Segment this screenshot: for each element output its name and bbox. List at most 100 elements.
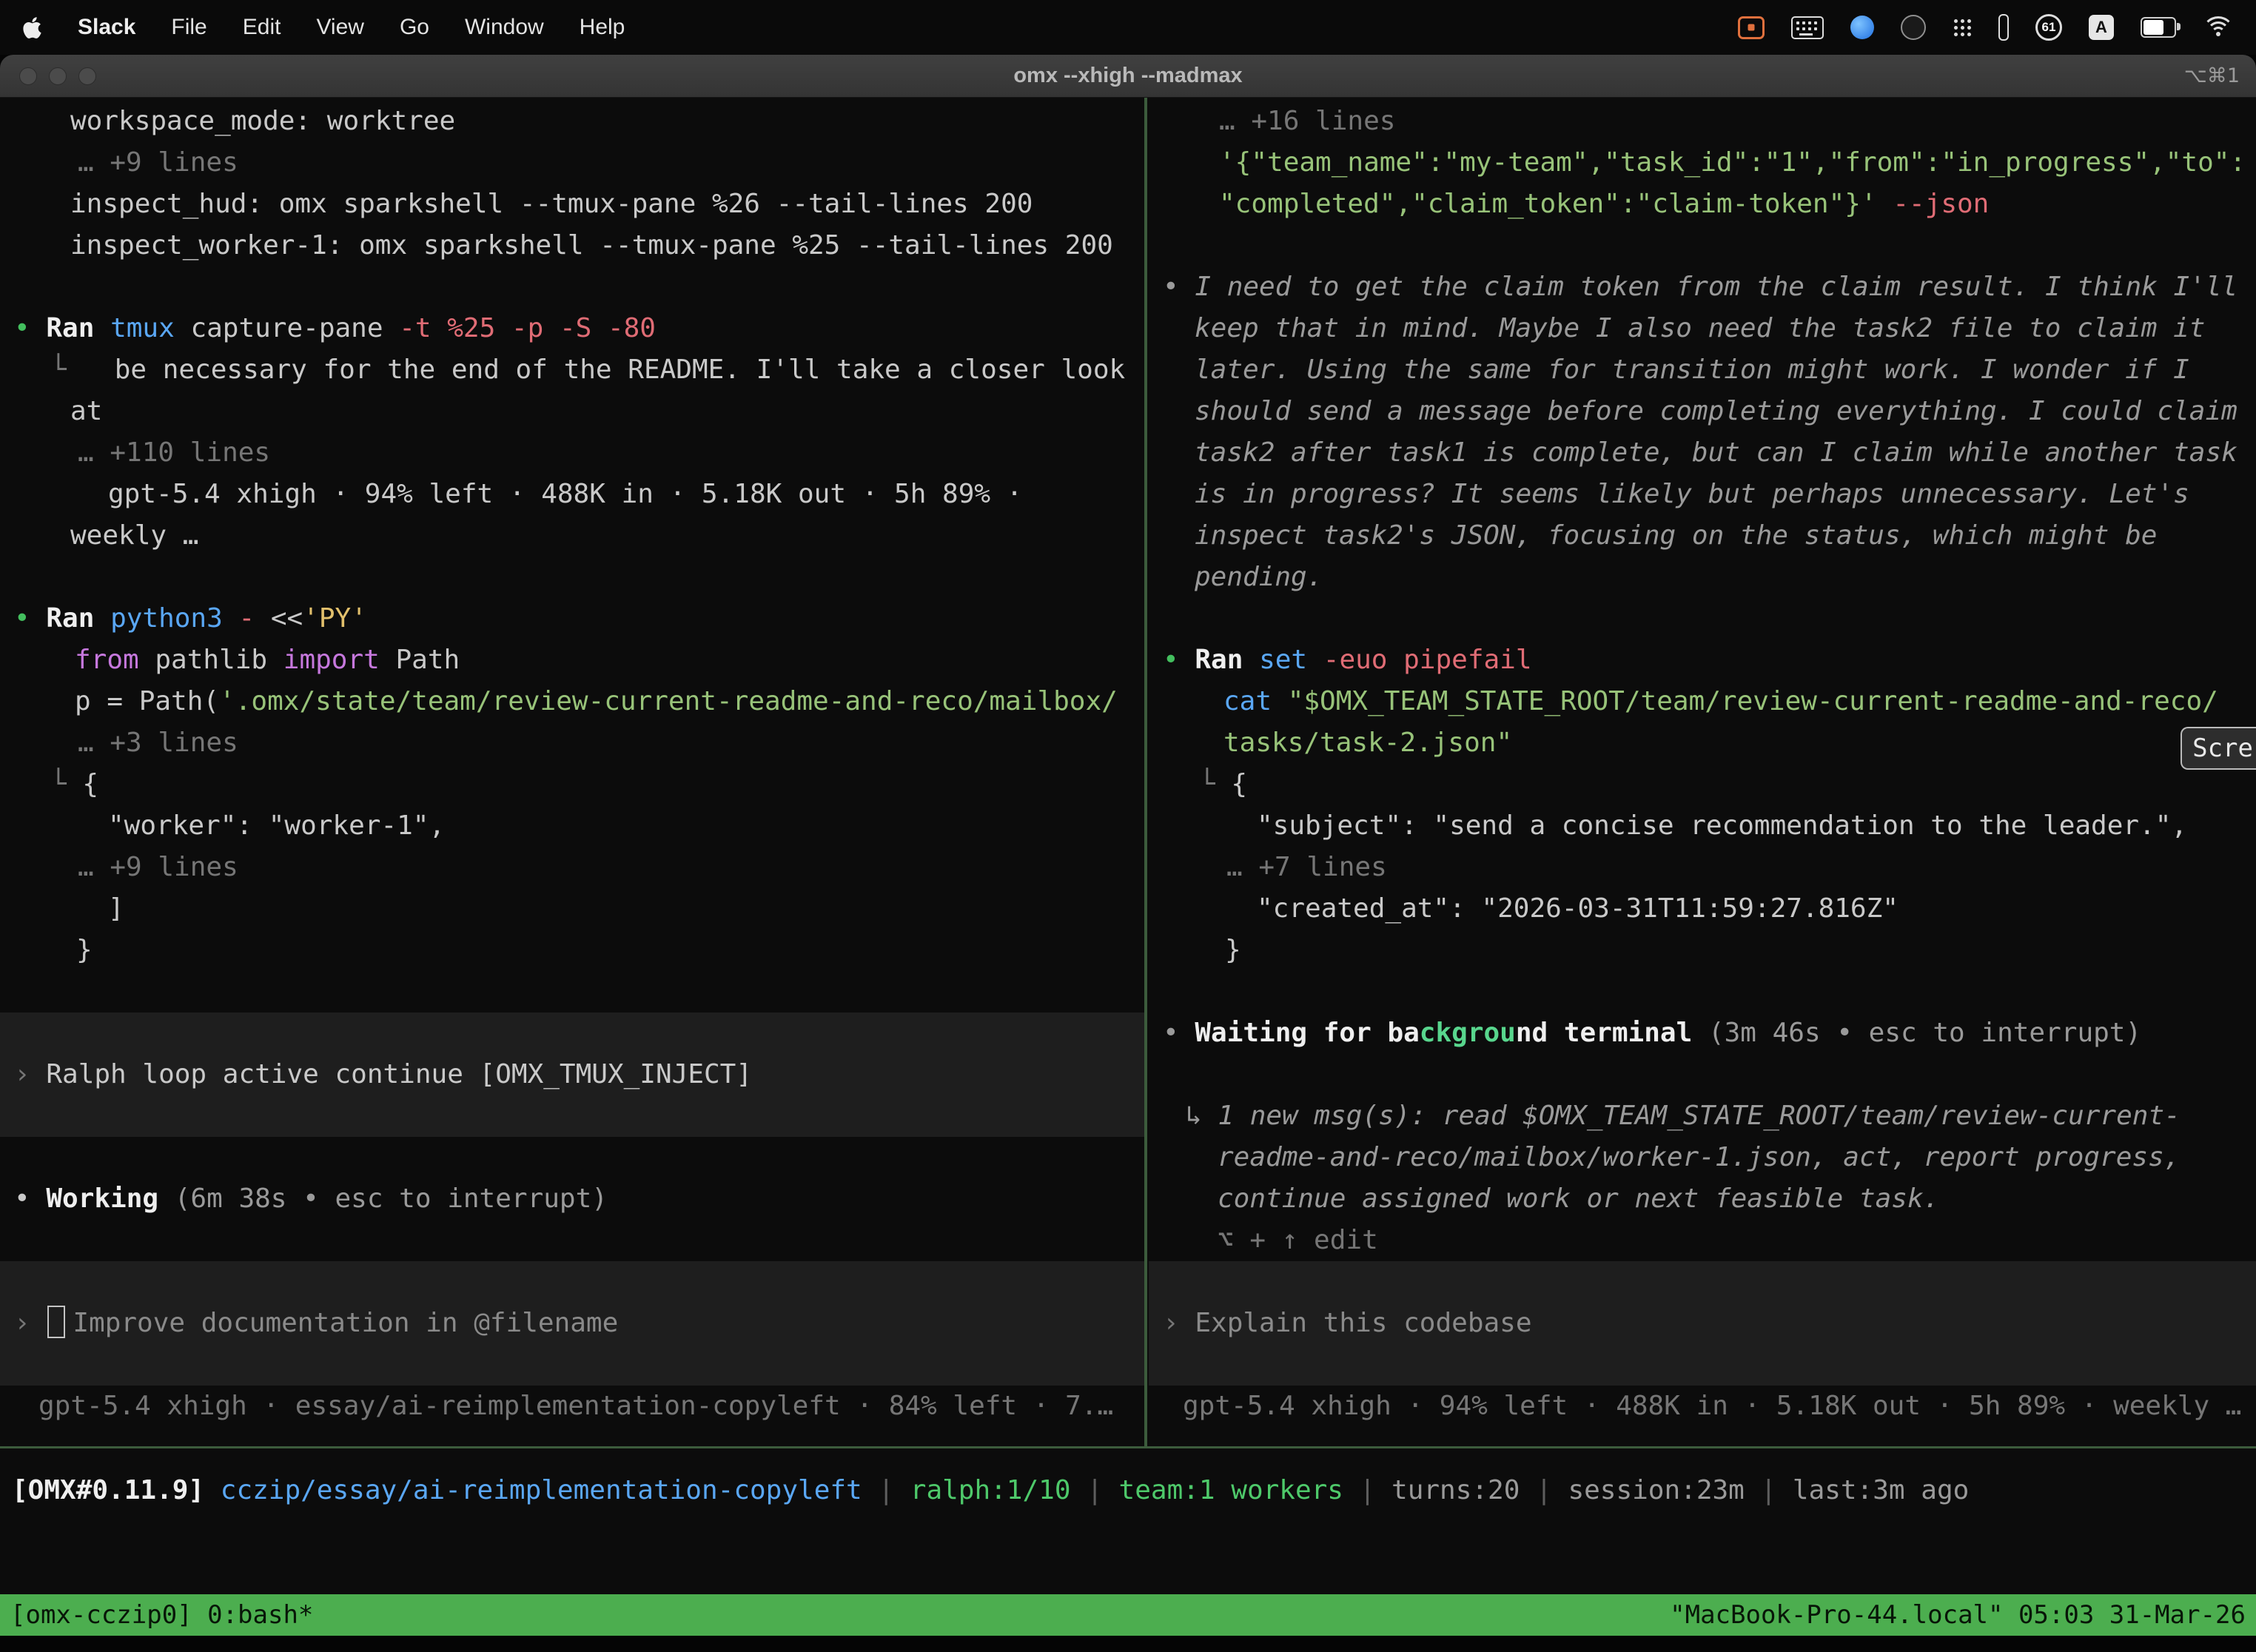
minimize-button[interactable]: [49, 67, 67, 85]
text-segment: pending.: [1195, 562, 1323, 592]
text-segment: Improve documentation in @filename: [73, 1303, 618, 1344]
text-segment: -euo pipefail: [1307, 645, 1531, 675]
text-segment: from: [75, 645, 139, 675]
terminal-row: p = Path('.omx/state/team/review-current…: [0, 681, 1144, 722]
apple-menu[interactable]: [22, 16, 42, 40]
text-segment: •: [1163, 1018, 1195, 1048]
app-menu-slack[interactable]: Slack: [78, 15, 135, 40]
terminal-row: "subject": "send a concise recommendatio…: [1149, 805, 2256, 847]
text-segment: python3: [110, 603, 223, 634]
menu-go[interactable]: Go: [400, 15, 429, 40]
tmux-session-window[interactable]: [omx-cczip0] 0:bash*: [10, 1600, 313, 1630]
input-band[interactable]: › Improve documentation in @filename: [0, 1261, 1144, 1386]
dots-grid-icon[interactable]: [1953, 18, 1972, 37]
menu-view[interactable]: View: [316, 15, 363, 40]
text-segment: … +110 lines: [78, 437, 270, 468]
text-segment: }: [1225, 935, 1241, 965]
app-icon-blue[interactable]: [1850, 16, 1874, 39]
text-segment: gpt-5.4 xhigh · 94% left · 488K in · 5.1…: [108, 479, 1022, 509]
text-segment: └: [1199, 769, 1231, 799]
text-segment: '{"team_name":"my-team","task_id":"1","f…: [1219, 147, 2246, 178]
terminal-row: }: [1149, 930, 2256, 971]
zoom-button[interactable]: [78, 67, 96, 85]
text-segment: {: [82, 769, 98, 799]
text-segment: gpt-5.4 xhigh · essay/ai-reimplementatio…: [38, 1391, 1113, 1421]
terminal-row: at: [0, 391, 1144, 432]
stand-icon[interactable]: [1998, 14, 2009, 41]
terminal-row: weekly …: [0, 515, 1144, 557]
text-segment: later. Using the same for transition mig…: [1195, 355, 2189, 385]
traffic-lights: [19, 67, 96, 85]
text-segment: readme-and-reco/mailbox/worker-1.json, a…: [1218, 1142, 2180, 1172]
text-segment: ›: [14, 1303, 46, 1344]
text-segment: at: [70, 396, 102, 426]
battery-percent-badge[interactable]: 61: [2035, 14, 2062, 41]
text-segment: import: [283, 645, 380, 675]
text-segment: (3m 46s • esc to interrupt): [1692, 1018, 2141, 1048]
text-segment: p = Path(: [75, 686, 219, 716]
terminal-row: continue assigned work or next feasible …: [1149, 1178, 2256, 1220]
app-icon-dark[interactable]: [1901, 15, 1926, 40]
menu-bar-status-icons: 61 A: [1738, 14, 2234, 41]
omx-status-segment: |: [1745, 1475, 1793, 1505]
wifi-icon[interactable]: [2203, 16, 2234, 38]
window-title-bar[interactable]: omx --xhigh --madmax ⌥⌘1: [0, 55, 2256, 98]
text-segment: --json: [1877, 189, 1990, 219]
menu-window[interactable]: Window: [465, 15, 544, 40]
keyboard-icon[interactable]: [1791, 16, 1824, 39]
terminal-row: ]: [0, 888, 1144, 930]
text-segment: inspect task2's JSON, focusing on the st…: [1195, 520, 2157, 551]
tmux-pane-left[interactable]: workspace_mode: worktree … +9 lines inspec…: [0, 101, 1144, 1446]
pane-divider-vertical[interactable]: [1144, 98, 1147, 1446]
close-button[interactable]: [19, 67, 37, 85]
input-band[interactable]: › Explain this codebase: [1149, 1261, 2256, 1386]
window-shortcut-hint: ⌥⌘1: [2184, 55, 2240, 97]
tmux-pane-right[interactable]: … +16 lines'{"team_name":"my-team","task…: [1149, 101, 2256, 1446]
terminal-row: [0, 971, 1144, 1013]
menu-help[interactable]: Help: [580, 15, 625, 40]
omx-status-segment: ralph:1/10: [910, 1475, 1071, 1505]
text-segment: Ran: [1195, 645, 1259, 675]
terminal-row: └ be necessary for the end of the README…: [0, 349, 1144, 391]
text-segment: Working: [46, 1183, 174, 1214]
text-segment: •: [1163, 272, 1195, 302]
text-segment: … +3 lines: [78, 728, 238, 758]
terminal-row: [0, 1220, 1144, 1261]
text-segment: set: [1259, 645, 1307, 675]
terminal-row: gpt-5.4 xhigh · 94% left · 488K in · 5.1…: [1149, 1386, 2256, 1427]
tmux-status-bar: [omx-cczip0] 0:bash* "MacBook-Pro-44.loc…: [0, 1594, 2256, 1636]
screen-recording-indicator-icon[interactable]: [1738, 16, 1765, 39]
terminal-row: ⌥ + ↑ edit: [1149, 1220, 2256, 1261]
battery-icon[interactable]: [2141, 17, 2176, 38]
text-segment: └: [50, 769, 82, 799]
menu-file[interactable]: File: [171, 15, 207, 40]
terminal-row: [1149, 971, 2256, 1013]
text-segment: (6m 38s • esc to interrupt): [175, 1183, 608, 1214]
omx-status-segment: turns:20: [1391, 1475, 1520, 1505]
tmux-host-clock: "MacBook-Pro-44.local" 05:03 31-Mar-26: [1670, 1600, 2246, 1630]
text-segment: … +9 lines: [78, 147, 238, 178]
input-band[interactable]: › Ralph loop active continue [OMX_TMUX_I…: [0, 1013, 1144, 1137]
text-segment: 'PY': [303, 603, 367, 634]
terminal-row: • Ran tmux capture-pane -t %25 -p -S -80: [0, 308, 1144, 349]
menu-edit[interactable]: Edit: [243, 15, 281, 40]
terminal-row: }: [0, 930, 1144, 971]
terminal-window: workspace_mode: worktree … +9 lines inspec…: [0, 98, 2256, 1594]
pane-divider-horizontal[interactable]: [0, 1446, 2256, 1448]
terminal-row: workspace_mode: worktree: [0, 101, 1144, 142]
terminal-row: tasks/task-2.json": [1149, 722, 2256, 764]
terminal-row: readme-and-reco/mailbox/worker-1.json, a…: [1149, 1137, 2256, 1178]
terminal-row: [1149, 1054, 2256, 1095]
text-segment: Explain this codebase: [1195, 1303, 1531, 1344]
input-source-icon[interactable]: A: [2089, 15, 2114, 40]
text-segment: inspect_worker-1: omx sparkshell --tmux-…: [70, 230, 1113, 261]
menu-bar-left: Slack File Edit View Go Window Help: [22, 15, 625, 40]
text-segment: tasks/task-2.json": [1223, 728, 1512, 758]
text-segment: keep that in mind. Maybe I also need the…: [1195, 313, 2205, 343]
terminal-row: … +9 lines: [0, 847, 1144, 888]
terminal-row: [0, 266, 1144, 308]
screenshot-overlay[interactable]: Scre: [2181, 727, 2256, 770]
text-segment: '.omx/state/team/review-current-readme-a…: [219, 686, 1118, 716]
text-segment: <<: [255, 603, 303, 634]
text-segment: gpt-5.4 xhigh · 94% left · 488K in · 5.1…: [1183, 1391, 2241, 1421]
